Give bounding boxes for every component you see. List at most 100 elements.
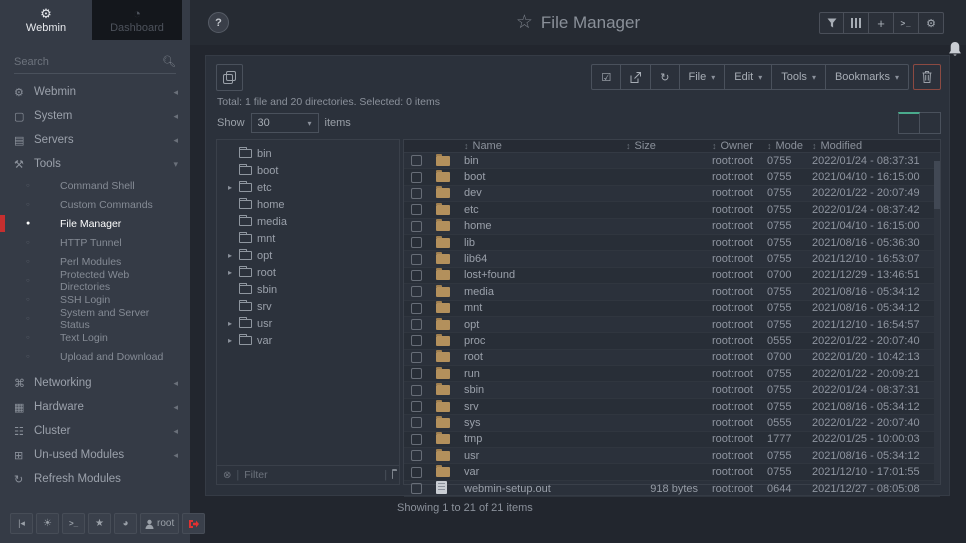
menu-dropdown-button[interactable]: Edit ▾ — [725, 64, 772, 90]
row-checkbox[interactable] — [411, 401, 422, 412]
table-row[interactable]: bin root:root 0755 2022/01/24 - 08:37:31 — [404, 153, 940, 169]
expand-arrow-icon[interactable]: ▸ — [228, 183, 232, 192]
sidebar-item[interactable]: ⊞ Un-used Modules ◂ — [0, 443, 190, 467]
row-checkbox[interactable] — [411, 204, 422, 215]
tree-item[interactable]: media — [217, 213, 399, 230]
theme-toggle-button[interactable]: ☀ — [36, 513, 59, 534]
row-checkbox[interactable] — [411, 254, 422, 265]
row-checkbox[interactable] — [411, 303, 422, 314]
table-row[interactable]: sbin root:root 0755 2022/01/24 - 08:37:3… — [404, 382, 940, 398]
expand-arrow-icon[interactable]: ▸ — [228, 336, 232, 345]
sidebar-tab[interactable]: ⚙ Webmin — [0, 0, 92, 40]
tree-filter-input[interactable] — [244, 469, 379, 481]
table-row[interactable]: var root:root 0755 2021/12/10 - 17:01:55 — [404, 464, 940, 480]
breadcrumb-segment[interactable] — [920, 112, 941, 134]
table-row[interactable]: webmin-setup.out 918 bytes root:root 064… — [404, 481, 940, 497]
filter-button[interactable] — [819, 12, 844, 34]
row-checkbox[interactable] — [411, 385, 422, 396]
menu-dropdown-button[interactable]: Tools ▾ — [772, 64, 826, 90]
table-row[interactable]: proc root:root 0555 2022/01/22 - 20:07:4… — [404, 333, 940, 349]
columns-button[interactable] — [844, 12, 869, 34]
favorites-button[interactable]: ★ — [88, 513, 111, 534]
scrollbar-thumb[interactable] — [934, 161, 940, 209]
terminal-button[interactable]: >_ — [62, 513, 85, 534]
row-checkbox[interactable] — [411, 417, 422, 428]
select-all-button[interactable]: ☑ — [591, 64, 621, 90]
table-row[interactable]: lib64 root:root 0755 2021/12/10 - 16:53:… — [404, 251, 940, 267]
table-row[interactable]: srv root:root 0755 2021/08/16 - 05:34:12 — [404, 399, 940, 415]
table-row[interactable]: home root:root 0755 2021/04/10 - 16:15:0… — [404, 219, 940, 235]
table-row[interactable]: tmp root:root 1777 2022/01/25 - 10:00:03 — [404, 432, 940, 448]
sidebar-item[interactable]: ○ Custom Commands — [0, 195, 190, 214]
sidebar-item[interactable]: ↻ Refresh Modules — [0, 467, 190, 491]
table-row[interactable]: sys root:root 0555 2022/01/22 - 20:07:40 — [404, 415, 940, 431]
row-checkbox[interactable] — [411, 368, 422, 379]
tree-item[interactable]: sbin — [217, 281, 399, 298]
expand-arrow-icon[interactable]: ▸ — [228, 268, 232, 277]
column-header-owner[interactable]: ↕Owner — [712, 140, 767, 152]
menu-dropdown-button[interactable]: File ▾ — [680, 64, 726, 90]
table-row[interactable]: lib root:root 0755 2021/08/16 - 05:36:30 — [404, 235, 940, 251]
tree-item[interactable]: ▸ root — [217, 264, 399, 281]
row-checkbox[interactable] — [411, 483, 422, 494]
sidebar-tab[interactable]: ◔ Dashboard — [92, 0, 182, 40]
column-header-mode[interactable]: ↕Mode — [767, 140, 812, 152]
table-row[interactable]: mnt root:root 0755 2021/08/16 - 05:34:12 — [404, 301, 940, 317]
tree-item[interactable]: bin — [217, 145, 399, 162]
delete-button[interactable] — [913, 64, 941, 90]
table-scrollbar[interactable] — [934, 161, 940, 483]
tree-item[interactable]: home — [217, 196, 399, 213]
favorite-star-icon[interactable]: ☆ — [516, 11, 533, 34]
table-row[interactable]: boot root:root 0755 2021/04/10 - 16:15:0… — [404, 169, 940, 185]
column-header-size[interactable]: ↕Size — [612, 140, 712, 152]
row-checkbox[interactable] — [411, 335, 422, 346]
shell-button[interactable]: >_ — [894, 12, 919, 34]
tree-item[interactable]: boot — [217, 162, 399, 179]
sidebar-item[interactable]: ○ System and Server Status — [0, 309, 190, 328]
tree-item[interactable]: ▸ usr — [217, 315, 399, 332]
paste-buffer-button[interactable] — [216, 64, 243, 91]
table-row[interactable]: etc root:root 0755 2022/01/24 - 08:37:42 — [404, 202, 940, 218]
tree-item[interactable]: ▸ opt — [217, 247, 399, 264]
refresh-button[interactable]: ↻ — [651, 64, 679, 90]
expand-arrow-icon[interactable]: ▸ — [228, 251, 232, 260]
sidebar-item[interactable]: ○ Text Login — [0, 328, 190, 347]
row-checkbox[interactable] — [411, 467, 422, 478]
row-checkbox[interactable] — [411, 319, 422, 330]
row-checkbox[interactable] — [411, 450, 422, 461]
sidebar-item[interactable]: ▤ Servers ◂ — [0, 128, 190, 152]
table-row[interactable]: root root:root 0700 2022/01/20 - 10:42:1… — [404, 350, 940, 366]
table-row[interactable]: usr root:root 0755 2021/08/16 - 05:34:12 — [404, 448, 940, 464]
tree-item[interactable]: ▸ var — [217, 332, 399, 349]
row-checkbox[interactable] — [411, 237, 422, 248]
sidebar-item[interactable]: ○ HTTP Tunnel — [0, 233, 190, 252]
language-button[interactable]: ◕ — [114, 513, 137, 534]
row-checkbox[interactable] — [411, 270, 422, 281]
row-checkbox[interactable] — [411, 188, 422, 199]
sidebar-item[interactable]: ⚒ Tools ▾ — [0, 152, 190, 176]
table-row[interactable]: dev root:root 0755 2022/01/22 - 20:07:49 — [404, 186, 940, 202]
row-checkbox[interactable] — [411, 172, 422, 183]
sidebar-item[interactable]: ● File Manager — [0, 214, 190, 233]
tree-item[interactable]: mnt — [217, 230, 399, 247]
row-checkbox[interactable] — [411, 155, 422, 166]
row-checkbox[interactable] — [411, 434, 422, 445]
table-row[interactable]: run root:root 0755 2022/01/22 - 20:09:21 — [404, 366, 940, 382]
add-button[interactable]: + — [869, 12, 894, 34]
row-checkbox[interactable] — [411, 221, 422, 232]
sidebar-item[interactable]: ⌘ Networking ◂ — [0, 371, 190, 395]
sidebar-item[interactable]: ○ Command Shell — [0, 176, 190, 195]
logout-button[interactable] — [182, 513, 205, 534]
sidebar-item[interactable]: ○ Protected Web Directories — [0, 271, 190, 290]
expand-arrow-icon[interactable]: ▸ — [228, 319, 232, 328]
row-checkbox[interactable] — [411, 286, 422, 297]
table-row[interactable]: media root:root 0755 2021/08/16 - 05:34:… — [404, 284, 940, 300]
notifications-bell[interactable] — [946, 40, 964, 59]
sidebar-item[interactable]: ▢ System ◂ — [0, 104, 190, 128]
column-header-modified[interactable]: ↕Modified — [812, 140, 940, 152]
collapse-sidebar-button[interactable]: |◂ — [10, 513, 33, 534]
row-checkbox[interactable] — [411, 352, 422, 363]
menu-dropdown-button[interactable]: Bookmarks ▾ — [826, 64, 909, 90]
search-input[interactable] — [14, 56, 162, 68]
settings-button[interactable]: ⚙ — [919, 12, 944, 34]
